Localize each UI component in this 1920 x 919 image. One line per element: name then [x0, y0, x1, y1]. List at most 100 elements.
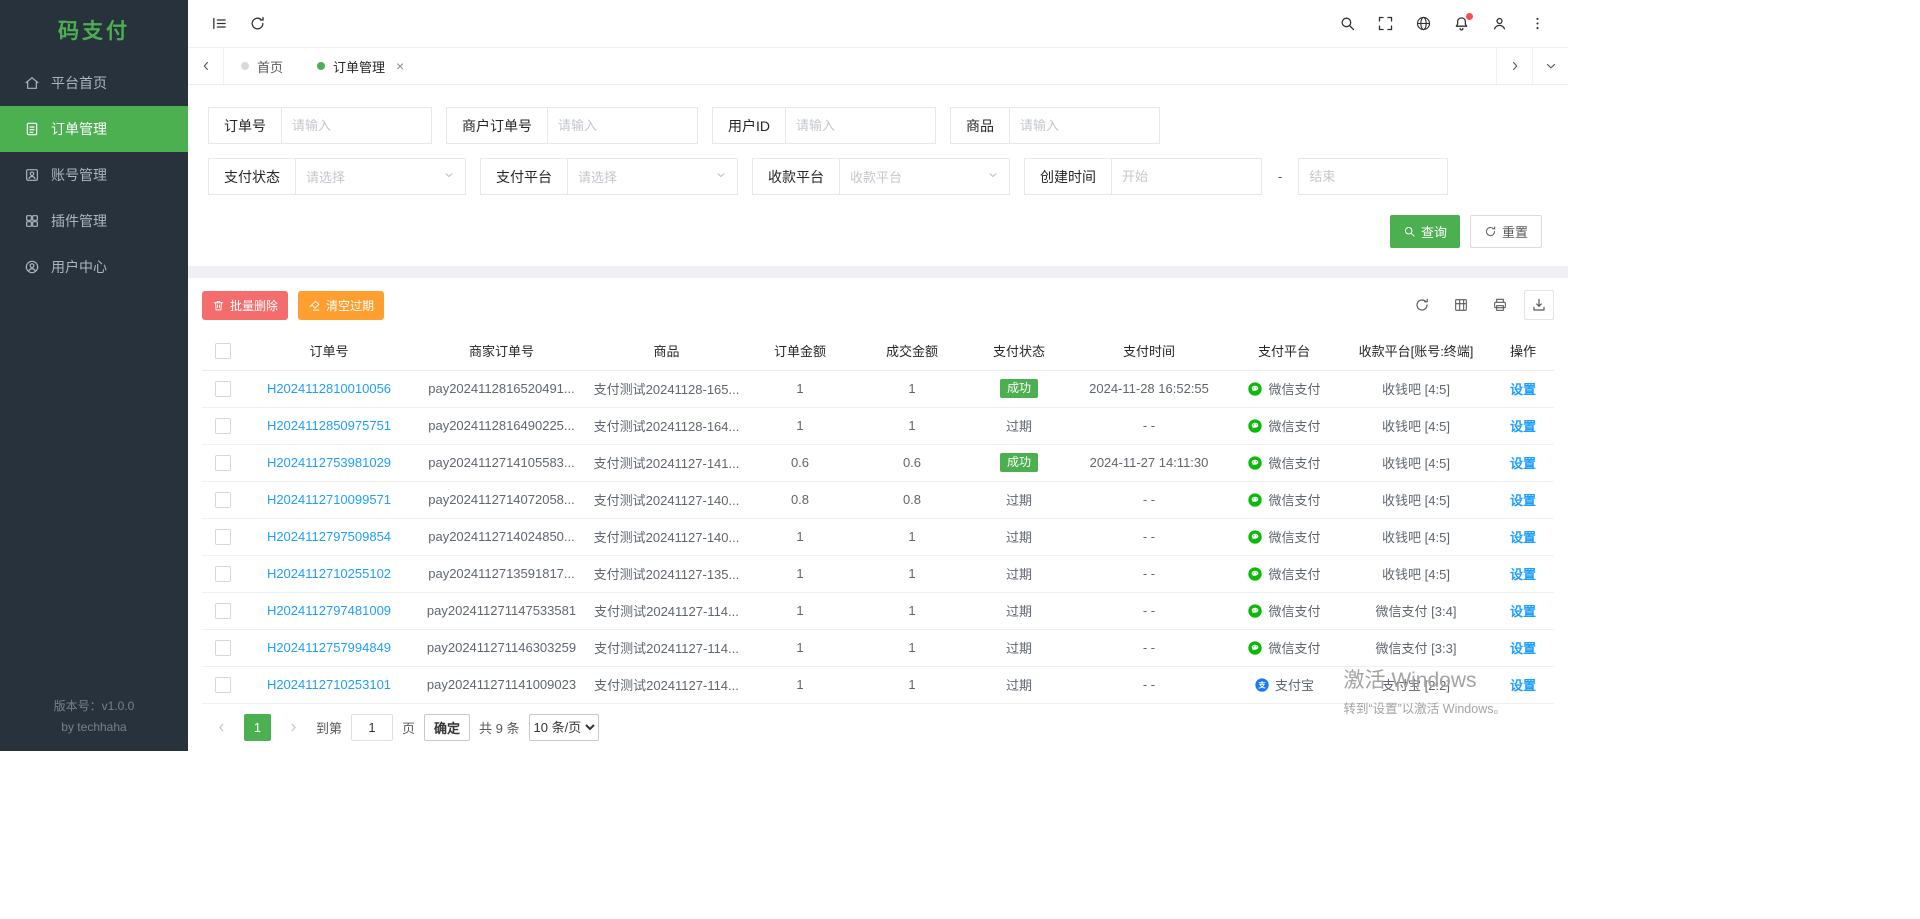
order-no-link[interactable]: H2024112797509854: [267, 529, 391, 544]
goto-confirm-button[interactable]: 确定: [424, 714, 470, 741]
select-all-header-cell: [202, 332, 244, 370]
filter-select[interactable]: 请选择: [568, 158, 738, 195]
settings-link[interactable]: 设置: [1510, 604, 1536, 619]
chevron-down-icon: [987, 168, 999, 186]
filter-select[interactable]: 请选择: [296, 158, 466, 195]
row-checkbox[interactable]: [215, 677, 231, 693]
column-header-1: 商家订单号: [414, 332, 589, 370]
cell-product: 支付测试20241127-114...: [589, 592, 744, 629]
tabs-scroll-left-button[interactable]: [188, 48, 224, 84]
settings-link[interactable]: 设置: [1510, 530, 1536, 545]
select-placeholder: 请选择: [578, 167, 617, 186]
tab-0[interactable]: 首页: [224, 48, 300, 84]
search-button[interactable]: [1328, 5, 1366, 43]
order-no-link[interactable]: H2024112753981029: [267, 455, 391, 470]
more-button[interactable]: [1518, 5, 1556, 43]
tabs-scroll-right-button[interactable]: [1496, 48, 1532, 84]
platform-label: 微信支付: [1268, 379, 1320, 398]
order-no-link[interactable]: H2024112710253101: [267, 677, 391, 692]
collapse-menu-button[interactable]: [200, 5, 238, 43]
clear-expired-button[interactable]: 清空过期: [298, 291, 384, 320]
row-checkbox[interactable]: [215, 418, 231, 434]
order-no-link[interactable]: H2024112757994849: [267, 640, 391, 655]
order-no-link[interactable]: H2024112850975751: [267, 418, 391, 433]
settings-link[interactable]: 设置: [1510, 382, 1536, 397]
cell-action: 设置: [1492, 407, 1554, 444]
sidebar-item-label: 账号管理: [51, 165, 107, 185]
sidebar-item-1[interactable]: 订单管理: [0, 106, 188, 152]
bell-button[interactable]: [1442, 5, 1480, 43]
filter-input-wrap: [1010, 107, 1160, 144]
filter-input-wrap: [548, 107, 698, 144]
sidebar-item-3[interactable]: 插件管理: [0, 198, 188, 244]
table-refresh-button[interactable]: [1407, 290, 1437, 320]
sidebar-item-2[interactable]: 账号管理: [0, 152, 188, 198]
sidebar-item-4[interactable]: 用户中心: [0, 244, 188, 290]
user-button[interactable]: [1480, 5, 1518, 43]
date-start-input[interactable]: [1122, 169, 1251, 184]
settings-link[interactable]: 设置: [1510, 567, 1536, 582]
order-no-link[interactable]: H2024112710255102: [267, 566, 391, 581]
row-checkbox[interactable]: [215, 640, 231, 656]
tab-close-icon[interactable]: ×: [396, 59, 404, 73]
batch-delete-button[interactable]: 批量删除: [202, 291, 288, 320]
table-columns-button[interactable]: [1446, 290, 1476, 320]
cell-product: 支付测试20241127-140...: [589, 481, 744, 518]
cell-platform: 微信支付: [1228, 629, 1340, 666]
table-print-button[interactable]: [1485, 290, 1515, 320]
date-end-input[interactable]: [1309, 169, 1437, 184]
filter-text-input[interactable]: [1020, 118, 1149, 133]
sidebar-item-0[interactable]: 平台首页: [0, 60, 188, 106]
table-export-button[interactable]: [1524, 290, 1554, 320]
row-checkbox[interactable]: [215, 529, 231, 545]
order-no-link[interactable]: H2024112797481009: [267, 603, 391, 618]
goto-suffix-label: 页: [402, 718, 415, 737]
settings-link[interactable]: 设置: [1510, 419, 1536, 434]
search-icon: [1403, 225, 1416, 238]
cell-action: 设置: [1492, 444, 1554, 481]
version-credit: by techhaha: [0, 717, 188, 737]
row-checkbox[interactable]: [215, 603, 231, 619]
current-page-button[interactable]: 1: [244, 714, 271, 741]
goto-page-input[interactable]: [351, 714, 393, 741]
tab-1[interactable]: 订单管理×: [300, 48, 421, 84]
filter-label: 用户ID: [712, 107, 786, 144]
cell-pay-time: 2024-11-28 16:52:55: [1070, 370, 1228, 407]
order-no-link[interactable]: H2024112710099571: [267, 492, 391, 507]
settings-link[interactable]: 设置: [1510, 493, 1536, 508]
next-page-button[interactable]: [280, 714, 307, 741]
order-no-link[interactable]: H2024112810010056: [267, 381, 391, 396]
cell-order-no: H2024112710099571: [244, 481, 414, 518]
tabs-menu-button[interactable]: [1532, 48, 1568, 84]
settings-link[interactable]: 设置: [1510, 641, 1536, 656]
page-size-select[interactable]: 10 条/页: [529, 714, 599, 741]
sidebar: 码支付 平台首页订单管理账号管理插件管理用户中心 版本号：v1.0.0 by t…: [0, 0, 188, 751]
pagination: 1 到第 页 确定 共 9 条 10 条/页: [202, 704, 1554, 752]
filter-text-input[interactable]: [796, 118, 925, 133]
prev-page-button[interactable]: [208, 714, 235, 741]
print-icon: [1492, 297, 1508, 313]
reset-button[interactable]: 重置: [1470, 215, 1542, 248]
cell-status: 过期: [968, 518, 1070, 555]
cell-amount: 0.8: [744, 481, 856, 518]
fullscreen-button[interactable]: [1366, 5, 1404, 43]
refresh-button[interactable]: [238, 5, 276, 43]
filter-label: 收款平台: [752, 158, 840, 195]
select-all-checkbox[interactable]: [215, 343, 231, 359]
row-checkbox[interactable]: [215, 492, 231, 508]
notification-dot: [1466, 13, 1473, 20]
cell-platform: 微信支付: [1228, 518, 1340, 555]
filter-text-input[interactable]: [292, 118, 421, 133]
search-button[interactable]: 查询: [1390, 215, 1460, 248]
cell-merchant-no: pay2024112714105583...: [414, 444, 589, 481]
globe-button[interactable]: [1404, 5, 1442, 43]
cell-product: 支付测试20241127-141...: [589, 444, 744, 481]
row-checkbox[interactable]: [215, 455, 231, 471]
row-checkbox[interactable]: [215, 381, 231, 397]
cell-action: 设置: [1492, 555, 1554, 592]
filter-text-input[interactable]: [558, 118, 687, 133]
settings-link[interactable]: 设置: [1510, 678, 1536, 693]
settings-link[interactable]: 设置: [1510, 456, 1536, 471]
row-checkbox[interactable]: [215, 566, 231, 582]
filter-select[interactable]: 收款平台: [840, 158, 1010, 195]
